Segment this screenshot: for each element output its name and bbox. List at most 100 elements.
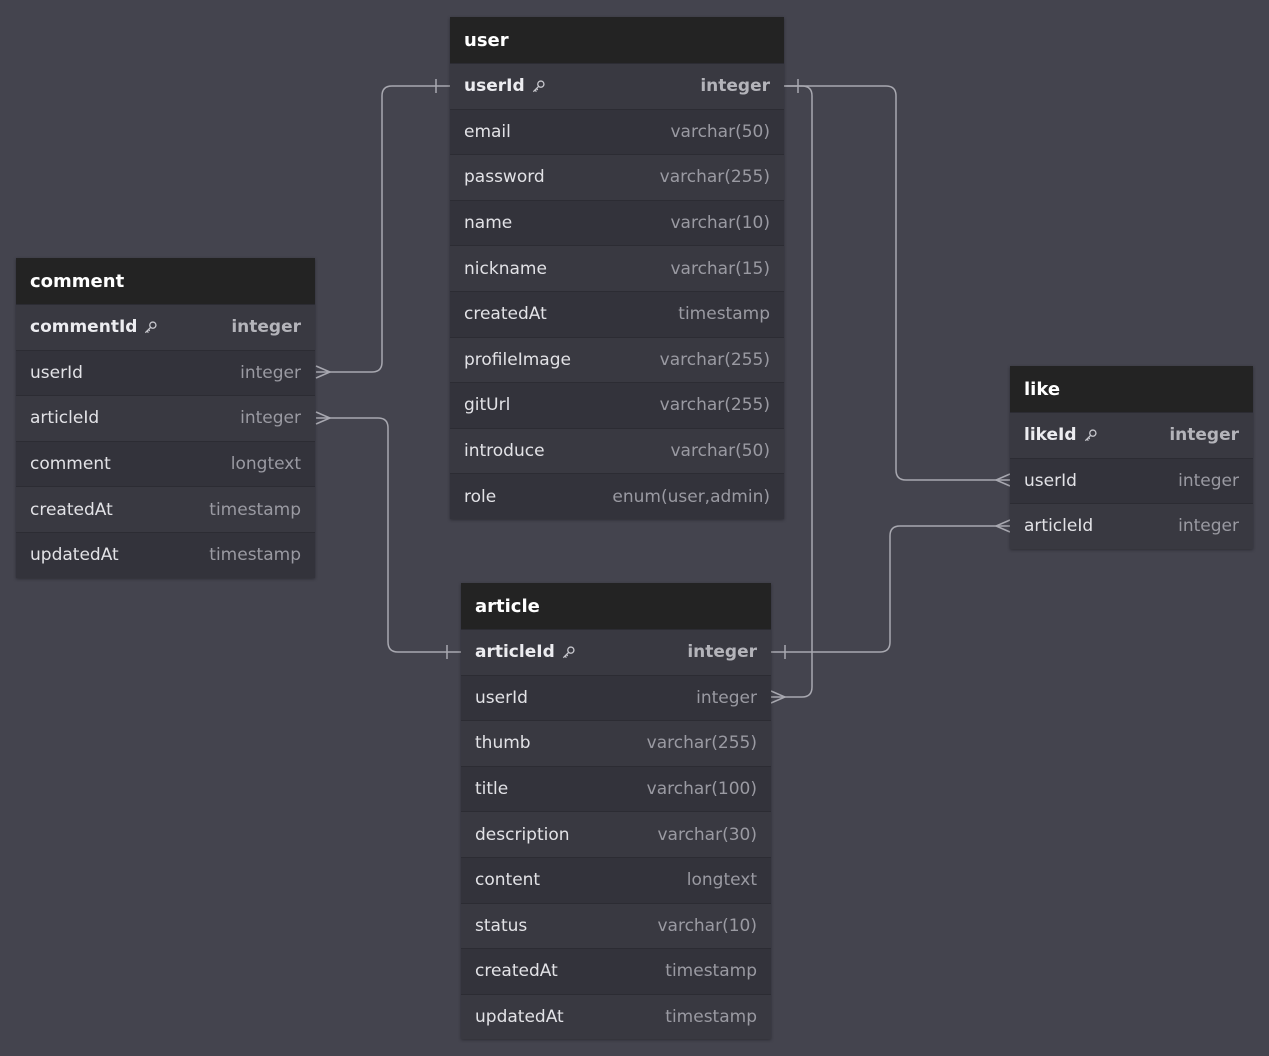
table-header-like[interactable]: like <box>1010 366 1253 412</box>
column-name: createdAt <box>464 304 547 324</box>
column-name: comment <box>30 454 111 474</box>
column-name-text: userId <box>464 76 525 97</box>
column-type: integer <box>700 76 770 97</box>
column-row-thumb[interactable]: thumb varchar(255) <box>461 720 771 766</box>
column-name: password <box>464 167 545 187</box>
column-row-comment[interactable]: comment longtext <box>16 440 315 487</box>
column-name-text: createdAt <box>475 961 558 982</box>
column-type: varchar(255) <box>659 167 770 188</box>
table-article[interactable]: article articleId integer userId integer thu… <box>461 583 771 1040</box>
primary-key-icon <box>143 320 158 335</box>
column-row-likeId[interactable]: likeId integer <box>1010 412 1253 458</box>
column-type: varchar(100) <box>646 779 757 800</box>
column-name: userId <box>30 363 83 383</box>
column-name-text: commentId <box>30 317 138 338</box>
column-row-userId[interactable]: userId integer <box>16 349 315 396</box>
column-type: integer <box>1169 425 1239 446</box>
column-row-userId[interactable]: userId integer <box>461 674 771 721</box>
column-row-createdAt[interactable]: createdAt timestamp <box>461 948 771 994</box>
column-row-nickname[interactable]: nickname varchar(15) <box>450 245 784 291</box>
table-header-comment[interactable]: comment <box>16 258 315 304</box>
column-name: articleId <box>475 642 576 662</box>
column-type: timestamp <box>209 499 301 520</box>
column-row-email[interactable]: email varchar(50) <box>450 108 784 155</box>
table-header-article[interactable]: article <box>461 583 771 629</box>
column-row-userId[interactable]: userId integer <box>450 63 784 109</box>
column-row-articleId[interactable]: articleId integer <box>1010 503 1253 549</box>
column-row-gitUrl[interactable]: gitUrl varchar(255) <box>450 382 784 428</box>
column-name-text: userId <box>30 362 83 383</box>
table-like[interactable]: like likeId integer userId integer articleId… <box>1010 366 1253 549</box>
column-row-profileImage[interactable]: profileImage varchar(255) <box>450 336 784 383</box>
table-comment[interactable]: comment commentId integer userId integer art… <box>16 258 315 578</box>
primary-key-icon <box>531 79 546 94</box>
column-row-articleId[interactable]: articleId integer <box>16 395 315 441</box>
column-name-text: description <box>475 824 570 845</box>
column-row-userId[interactable]: userId integer <box>1010 457 1253 504</box>
column-name-text: profileImage <box>464 349 571 370</box>
column-name-text: createdAt <box>464 304 547 325</box>
column-name-text: likeId <box>1024 425 1077 446</box>
column-type: integer <box>1178 516 1239 537</box>
column-row-status[interactable]: status varchar(10) <box>461 902 771 949</box>
column-name-text: status <box>475 915 528 936</box>
column-type: varchar(10) <box>657 915 757 936</box>
column-name-text: updatedAt <box>30 545 119 566</box>
column-name: createdAt <box>475 961 558 981</box>
column-type: integer <box>240 408 301 429</box>
column-row-commentId[interactable]: commentId integer <box>16 304 315 350</box>
column-type: timestamp <box>665 1007 757 1028</box>
column-type: integer <box>696 687 757 708</box>
table-header-user[interactable]: user <box>450 17 784 63</box>
primary-key-icon <box>561 645 576 660</box>
column-name: nickname <box>464 259 547 279</box>
column-name-text: nickname <box>464 258 547 279</box>
column-name-text: title <box>475 779 509 800</box>
column-name: articleId <box>30 408 99 428</box>
relation-article-comment <box>316 417 461 653</box>
column-list: userId integer email varchar(50) password var… <box>450 63 784 519</box>
column-type: integer <box>240 362 301 383</box>
column-row-content[interactable]: content longtext <box>461 856 771 903</box>
column-row-description[interactable]: description varchar(30) <box>461 811 771 857</box>
column-row-password[interactable]: password varchar(255) <box>450 154 784 200</box>
column-name-text: gitUrl <box>464 395 511 416</box>
column-name: name <box>464 213 512 233</box>
column-row-name[interactable]: name varchar(10) <box>450 199 784 246</box>
column-row-createdAt[interactable]: createdAt timestamp <box>450 290 784 337</box>
column-row-title[interactable]: title varchar(100) <box>461 765 771 812</box>
column-list: commentId integer userId integer articleId in… <box>16 304 315 578</box>
column-type: enum(user,admin) <box>612 486 770 507</box>
column-name-text: role <box>464 486 497 507</box>
column-row-role[interactable]: role enum(user,admin) <box>450 473 784 519</box>
column-name-text: comment <box>30 454 111 475</box>
column-type: varchar(255) <box>659 349 770 370</box>
table-title: comment <box>30 270 125 292</box>
column-row-updatedAt[interactable]: updatedAt timestamp <box>461 993 771 1040</box>
column-name: commentId <box>30 317 158 337</box>
primary-key-icon <box>1083 428 1098 443</box>
column-type: integer <box>687 642 757 663</box>
column-row-updatedAt[interactable]: updatedAt timestamp <box>16 531 315 578</box>
column-name: status <box>475 916 527 936</box>
relation-article-like <box>771 525 1010 653</box>
column-name: content <box>475 870 540 890</box>
column-name-text: articleId <box>1024 516 1094 537</box>
column-row-introduce[interactable]: introduce varchar(50) <box>450 427 784 474</box>
column-name-text: updatedAt <box>475 1007 564 1028</box>
column-type: longtext <box>686 870 757 891</box>
column-row-articleId[interactable]: articleId integer <box>461 629 771 675</box>
column-name: profileImage <box>464 350 571 370</box>
column-name-text: name <box>464 213 513 234</box>
column-name-text: email <box>464 121 511 142</box>
relation-user-like <box>784 85 1010 481</box>
column-name: userId <box>475 688 528 708</box>
column-type: integer <box>1178 470 1239 491</box>
column-name-text: introduce <box>464 441 545 462</box>
table-user[interactable]: user userId integer email varchar(50) passwo… <box>450 17 784 519</box>
column-name-text: articleId <box>30 408 100 429</box>
column-row-createdAt[interactable]: createdAt timestamp <box>16 486 315 532</box>
column-type: integer <box>231 317 301 338</box>
column-list: likeId integer userId integer articleId integ… <box>1010 412 1253 549</box>
table-title: user <box>464 29 509 51</box>
